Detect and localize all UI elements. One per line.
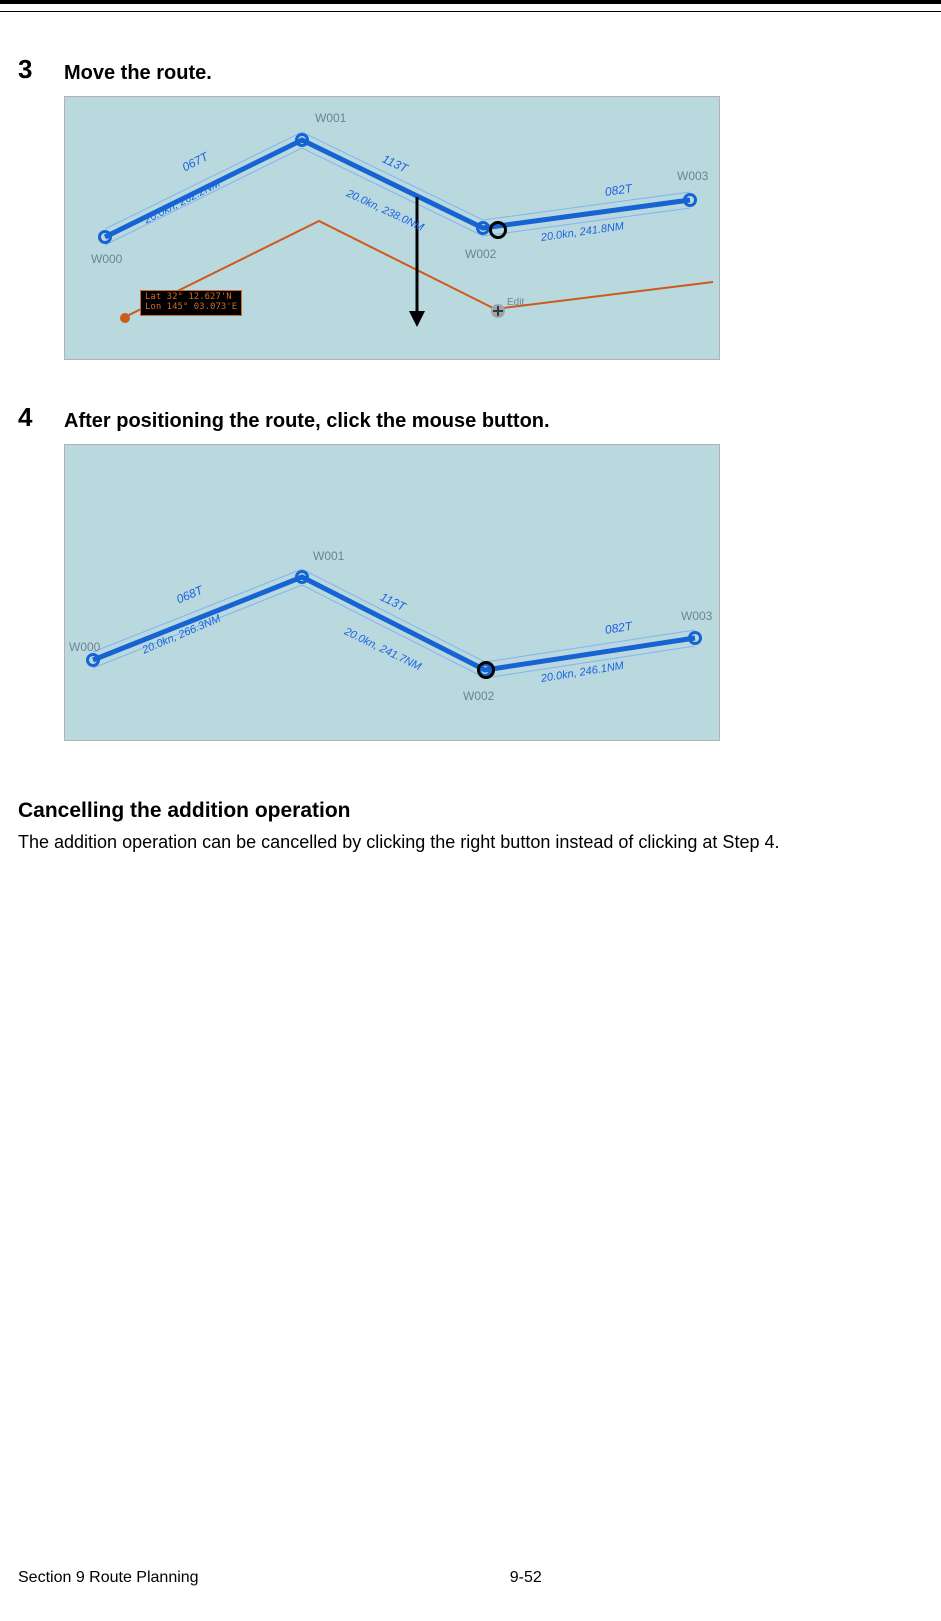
figure-3-wrap: W000 W001 W002 W003 067T 20.0kn, 262.2NM…	[64, 96, 913, 360]
step-4: 4 After positioning the route, click the…	[18, 402, 913, 434]
step-number: 3	[18, 54, 64, 82]
page: 3 Move the route.	[0, 0, 941, 1621]
waypoint-label: W001	[315, 111, 346, 125]
section-text: The addition operation can be cancelled …	[18, 829, 913, 855]
footer-section: Section 9 Route Planning	[18, 1569, 199, 1587]
step-3: 3 Move the route.	[18, 54, 913, 86]
arrow-head-icon	[409, 311, 425, 327]
route-lines-2	[65, 445, 719, 740]
waypoint-label: W000	[69, 640, 100, 654]
edit-label: Edit	[507, 297, 524, 308]
cursor-target-icon	[477, 661, 495, 679]
page-footer: Section 9 Route Planning 9-52	[18, 1569, 913, 1587]
step-title: Move the route.	[64, 54, 212, 86]
page-top-rule	[0, 0, 941, 12]
waypoint-icon	[86, 653, 100, 667]
waypoint-label: W003	[677, 169, 708, 183]
waypoint-icon	[98, 230, 112, 244]
figure-4-chart-area: W000 W001 W002 W003 068T 20.0kn, 266.3NM…	[64, 444, 720, 741]
figure-4-wrap: W000 W001 W002 W003 068T 20.0kn, 266.3NM…	[64, 444, 913, 741]
waypoint-label: W002	[463, 689, 494, 703]
waypoint-icon	[295, 133, 309, 147]
waypoint-label: W000	[91, 252, 122, 266]
step-number: 4	[18, 402, 64, 430]
waypoint-icon	[688, 631, 702, 645]
waypoint-label: W003	[681, 609, 712, 623]
footer-page: 9-52	[199, 1569, 853, 1587]
waypoint-icon	[476, 221, 490, 235]
waypoint-icon	[295, 570, 309, 584]
waypoint-label: W001	[313, 549, 344, 563]
coordinate-infobox: Lat 32° 12.627'N Lon 145° 03.073'E	[140, 290, 242, 316]
waypoint-moved-icon	[120, 313, 130, 323]
figure-3-chart-area: W000 W001 W002 W003 067T 20.0kn, 262.2NM…	[64, 96, 720, 360]
step-title: After positioning the route, click the m…	[64, 402, 550, 434]
waypoint-icon	[683, 193, 697, 207]
waypoint-label: W002	[465, 247, 496, 261]
move-handle-icon	[491, 304, 505, 318]
section-heading: Cancelling the addition operation	[18, 799, 913, 823]
info-lon: Lon 145° 03.073'E	[145, 303, 237, 313]
cursor-target-icon	[489, 221, 507, 239]
footer-right-spacer	[853, 1569, 913, 1587]
